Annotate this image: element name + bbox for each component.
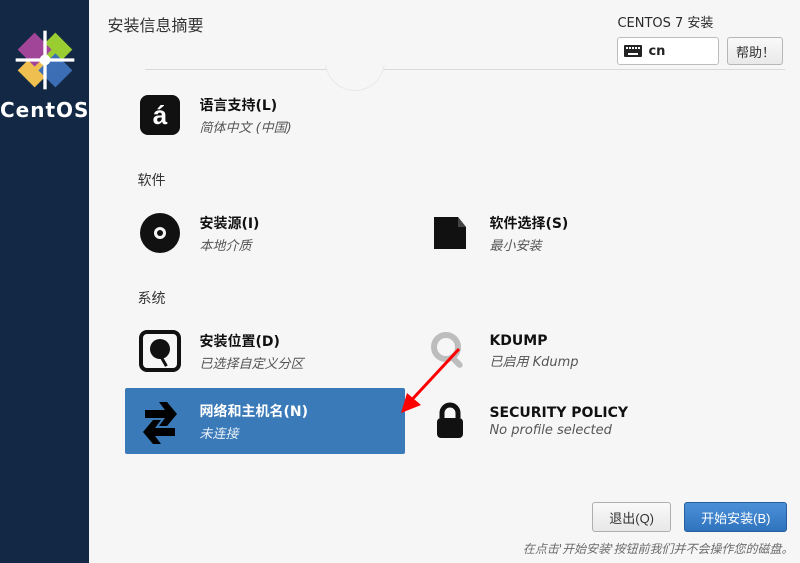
footer-hint: 在点击'开始安装'按钮前我们并不会操作您的磁盘。 <box>89 538 800 563</box>
header-right: CENTOS 7 安装 cn 帮助！ <box>617 12 783 65</box>
spoke-subtitle: 未连接 <box>199 423 308 442</box>
package-icon <box>425 208 475 258</box>
centos-logo-icon <box>10 30 80 90</box>
network-icon <box>135 396 185 446</box>
spoke-security-policy[interactable]: SECURITY POLICY No profile selected <box>415 388 695 454</box>
spoke-subtitle: 简体中文 (中国) <box>199 117 291 136</box>
spoke-subtitle: 已选择自定义分区 <box>199 353 303 372</box>
keyboard-layout-code: cn <box>648 44 665 59</box>
keyboard-layout-indicator[interactable]: cn <box>617 37 719 65</box>
spoke-title: 软件选择(S) <box>489 213 568 233</box>
spoke-title: KDUMP <box>489 333 578 349</box>
spoke-language-support[interactable]: á 语言支持(L) 简体中文 (中国) <box>125 82 405 148</box>
section-header-software: 软件 <box>137 170 785 190</box>
svg-text:á: á <box>153 100 168 130</box>
spoke-subtitle: 最小安装 <box>489 235 568 254</box>
spoke-subtitle: 已启用 Kdump <box>489 351 578 370</box>
spoke-subtitle: 本地介质 <box>199 235 259 254</box>
product-name: CENTOS 7 安装 <box>617 12 783 31</box>
footer-bar: 退出(Q) 开始安装(B) <box>89 494 800 538</box>
spoke-title: SECURITY POLICY <box>489 405 628 421</box>
spoke-subtitle: No profile selected <box>489 423 628 438</box>
spoke-network-hostname[interactable]: 网络和主机名(N) 未连接 <box>125 388 405 454</box>
quit-button[interactable]: 退出(Q) <box>592 502 671 532</box>
spoke-title: 安装位置(D) <box>199 331 303 351</box>
begin-install-button[interactable]: 开始安装(B) <box>684 502 787 532</box>
magnifier-icon <box>425 326 475 376</box>
spoke-installation-source[interactable]: 安装源(I) 本地介质 <box>125 200 405 266</box>
spoke-software-selection[interactable]: 软件选择(S) 最小安装 <box>415 200 695 266</box>
main-pane: 安装信息摘要 CENTOS 7 安装 cn 帮助！ <box>89 0 800 563</box>
brand-sidebar: CentOS <box>0 0 89 563</box>
spoke-installation-destination[interactable]: 安装位置(D) 已选择自定义分区 <box>125 318 405 384</box>
page-title: 安装信息摘要 <box>107 12 203 36</box>
spoke-title: 网络和主机名(N) <box>199 401 308 421</box>
disc-icon <box>135 208 185 258</box>
keyboard-icon <box>624 45 642 57</box>
spoke-title: 语言支持(L) <box>199 95 291 115</box>
brand-name: CentOS <box>0 98 89 122</box>
header-bar: 安装信息摘要 CENTOS 7 安装 cn 帮助！ <box>89 0 800 65</box>
section-header-system: 系统 <box>137 288 785 308</box>
lock-icon <box>425 396 475 446</box>
harddisk-icon <box>135 326 185 376</box>
spoke-title: 安装源(I) <box>199 213 259 233</box>
divider <box>145 69 785 70</box>
language-icon: á <box>135 90 185 140</box>
spoke-kdump[interactable]: KDUMP 已启用 Kdump <box>415 318 695 384</box>
help-button[interactable]: 帮助！ <box>727 37 783 65</box>
spoke-scroll-area: á 语言支持(L) 简体中文 (中国) 软件 安装源(I) 本地介质 <box>89 65 800 494</box>
